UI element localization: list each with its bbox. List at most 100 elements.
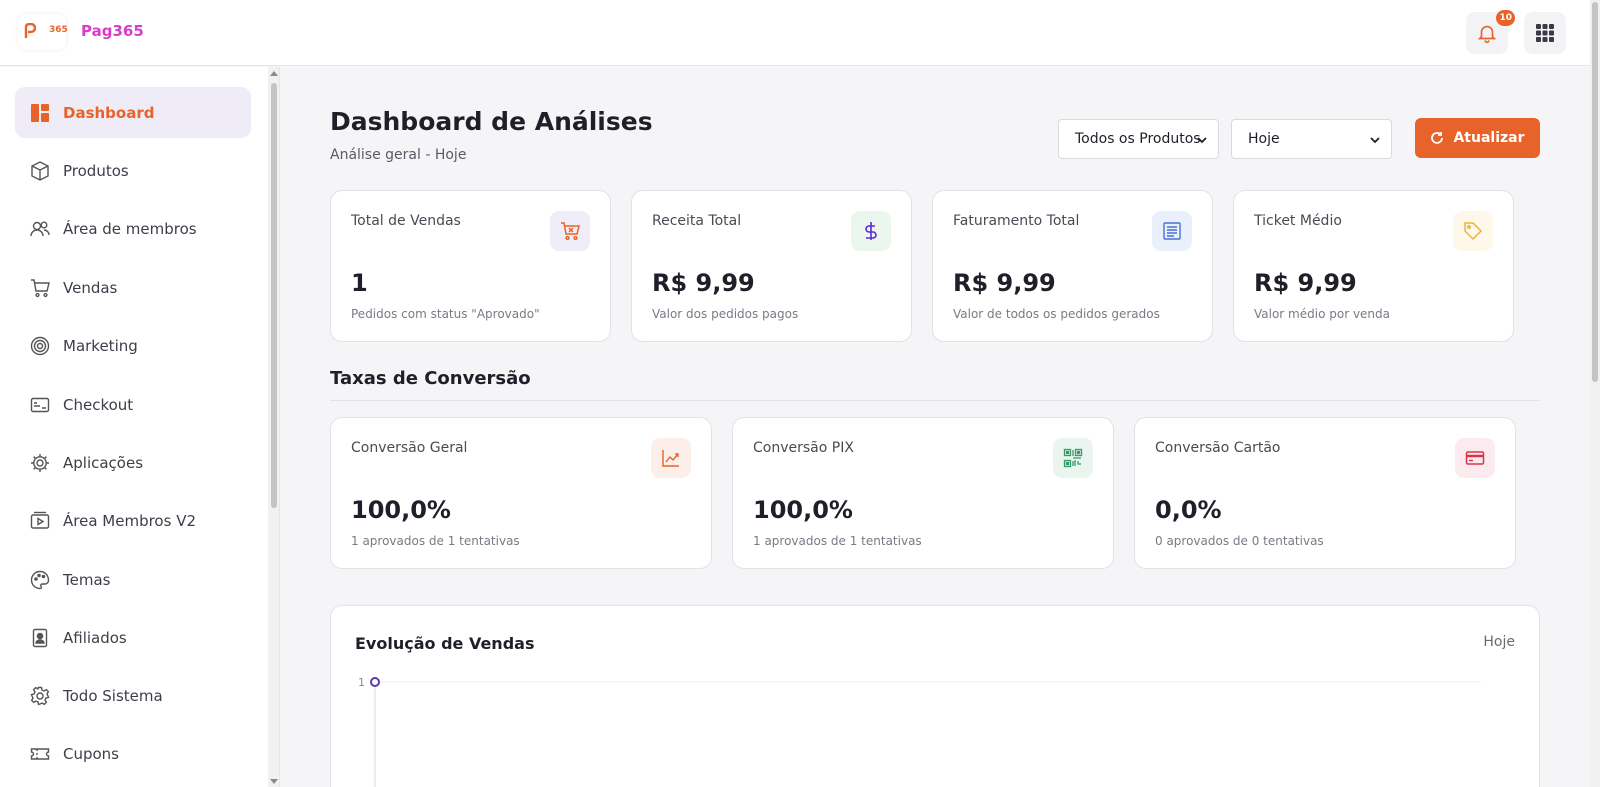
conversion-description: 0 aprovados de 0 tentativas bbox=[1155, 534, 1324, 548]
refresh-button[interactable]: Atualizar bbox=[1415, 118, 1540, 158]
stat-title: Ticket Médio bbox=[1254, 213, 1342, 229]
card-icon bbox=[1455, 438, 1495, 478]
conversion-title: Conversão Cartão bbox=[1155, 440, 1281, 456]
settings-icon bbox=[30, 686, 50, 706]
sidebar-scrollbar[interactable] bbox=[268, 67, 280, 787]
stat-value: R$ 9,99 bbox=[652, 269, 755, 297]
sidebar-scroll-thumb[interactable] bbox=[271, 83, 277, 508]
palette-icon bbox=[30, 570, 50, 590]
conversion-value: 0,0% bbox=[1155, 496, 1222, 524]
cart-icon bbox=[30, 278, 50, 298]
stat-description: Valor dos pedidos pagos bbox=[652, 307, 799, 321]
y-tick-label: 1 bbox=[358, 676, 365, 689]
conversion-card-cartao: Conversão Cartão 0,0% 0 aprovados de 0 t… bbox=[1134, 417, 1516, 569]
conversion-title: Conversão Geral bbox=[351, 440, 468, 456]
sidebar-item-label: Todo Sistema bbox=[63, 686, 163, 705]
chevron-down-icon bbox=[1370, 137, 1380, 144]
scroll-down-arrow-icon[interactable] bbox=[270, 779, 278, 784]
page-title: Dashboard de Análises bbox=[330, 107, 653, 136]
refresh-icon bbox=[1431, 132, 1444, 144]
sales-chart-card: Evolução de Vendas Hoje 1 bbox=[330, 605, 1540, 787]
sidebar: Dashboard Produtos Área de membros Venda… bbox=[0, 67, 268, 787]
stat-card-faturamento-total: Faturamento Total R$ 9,99 Valor de todos… bbox=[932, 190, 1213, 342]
sidebar-item-label: Marketing bbox=[63, 336, 138, 355]
sidebar-item-produtos[interactable]: Produtos bbox=[15, 145, 251, 196]
stat-title: Receita Total bbox=[652, 213, 742, 229]
brand-name[interactable]: Pag365 bbox=[81, 22, 144, 40]
window-scrollbar[interactable] bbox=[1590, 0, 1600, 787]
sales-chart: 1 bbox=[358, 676, 1481, 787]
stat-title: Total de Vendas bbox=[351, 213, 461, 229]
sidebar-item-afiliados[interactable]: Afiliados bbox=[15, 612, 251, 663]
receipt-icon bbox=[1152, 211, 1192, 251]
sidebar-item-label: Vendas bbox=[63, 278, 118, 297]
sidebar-item-label: Dashboard bbox=[63, 103, 155, 122]
grid-icon bbox=[1536, 24, 1554, 42]
sidebar-item-label: Cupons bbox=[63, 744, 120, 763]
product-filter-value: Todos os Produtos bbox=[1075, 131, 1201, 147]
stat-value: R$ 9,99 bbox=[1254, 269, 1357, 297]
stat-value: 1 bbox=[351, 269, 368, 297]
ticket-icon bbox=[30, 744, 50, 764]
notifications-button[interactable]: 10 bbox=[1466, 10, 1515, 54]
sidebar-item-label: Aplicações bbox=[63, 453, 144, 472]
apps-menu-button[interactable] bbox=[1524, 12, 1566, 54]
stat-description: Valor médio por venda bbox=[1254, 307, 1391, 321]
stat-card-receita-total: Receita Total R$ 9,99 Valor dos pedidos … bbox=[631, 190, 912, 342]
date-filter-value: Hoje bbox=[1248, 131, 1280, 147]
conversion-card-pix: Conversão PIX 100,0% 1 aprovados de 1 te… bbox=[732, 417, 1114, 569]
qr-icon bbox=[1053, 438, 1093, 478]
window-scroll-thumb[interactable] bbox=[1592, 2, 1598, 382]
sidebar-item-checkout[interactable]: Checkout bbox=[15, 379, 251, 430]
section-divider bbox=[330, 400, 1540, 401]
sidebar-item-area-de-membros[interactable]: Área de membros bbox=[15, 203, 251, 254]
stat-value: R$ 9,99 bbox=[953, 269, 1056, 297]
trend-icon bbox=[651, 438, 691, 478]
logo[interactable]: 365 bbox=[18, 14, 68, 50]
bell-icon bbox=[1477, 25, 1497, 43]
conversion-title: Conversão PIX bbox=[753, 440, 854, 456]
stat-title: Faturamento Total bbox=[953, 213, 1080, 229]
tag-icon bbox=[1453, 211, 1493, 251]
sidebar-item-label: Área de membros bbox=[63, 219, 197, 238]
conversion-section-title: Taxas de Conversão bbox=[330, 368, 531, 389]
sidebar-item-area-membros-v2[interactable]: Área Membros V2 bbox=[15, 495, 251, 546]
refresh-label: Atualizar bbox=[1453, 130, 1525, 146]
target-icon bbox=[30, 336, 50, 356]
stat-description: Valor de todos os pedidos gerados bbox=[953, 307, 1160, 321]
stat-card-ticket-medio: Ticket Médio R$ 9,99 Valor médio por ven… bbox=[1233, 190, 1514, 342]
sidebar-item-label: Checkout bbox=[63, 395, 134, 414]
dollar-icon bbox=[851, 211, 891, 251]
sidebar-item-label: Produtos bbox=[63, 161, 129, 180]
sidebar-item-todo-sistema[interactable]: Todo Sistema bbox=[15, 670, 251, 721]
sidebar-item-dashboard[interactable]: Dashboard bbox=[15, 87, 251, 138]
conversion-description: 1 aprovados de 1 tentativas bbox=[753, 534, 922, 548]
top-bar: 365 Pag365 10 bbox=[0, 0, 1590, 66]
sidebar-item-temas[interactable]: Temas bbox=[15, 554, 251, 605]
product-filter-select[interactable]: Todos os Produtos bbox=[1058, 119, 1219, 159]
chart-period: Hoje bbox=[1483, 634, 1515, 650]
conversion-value: 100,0% bbox=[753, 496, 853, 524]
stat-card-total-vendas: Total de Vendas 1 Pedidos com status "Ap… bbox=[330, 190, 611, 342]
id-badge-icon bbox=[30, 628, 50, 648]
sidebar-item-marketing[interactable]: Marketing bbox=[15, 320, 251, 371]
logo-mark-icon bbox=[24, 23, 36, 38]
box-icon bbox=[30, 160, 50, 181]
sidebar-item-vendas[interactable]: Vendas bbox=[15, 262, 251, 313]
video-icon bbox=[30, 511, 50, 531]
scroll-up-arrow-icon[interactable] bbox=[270, 71, 278, 76]
dashboard-icon bbox=[30, 103, 50, 123]
sidebar-item-cupons[interactable]: Cupons bbox=[15, 728, 251, 779]
data-point bbox=[370, 677, 380, 687]
page-subtitle: Análise geral - Hoje bbox=[330, 147, 467, 163]
conversion-value: 100,0% bbox=[351, 496, 451, 524]
logo-text: 365 bbox=[49, 25, 68, 35]
stat-description: Pedidos com status "Aprovado" bbox=[351, 307, 540, 321]
sidebar-item-aplicacoes[interactable]: Aplicações bbox=[15, 437, 251, 488]
chart-title: Evolução de Vendas bbox=[355, 634, 535, 653]
gear-icon bbox=[30, 453, 50, 473]
sidebar-item-label: Afiliados bbox=[63, 628, 127, 647]
date-filter-select[interactable]: Hoje bbox=[1231, 119, 1392, 159]
notification-badge: 10 bbox=[1496, 10, 1515, 26]
checkout-icon bbox=[30, 395, 50, 415]
